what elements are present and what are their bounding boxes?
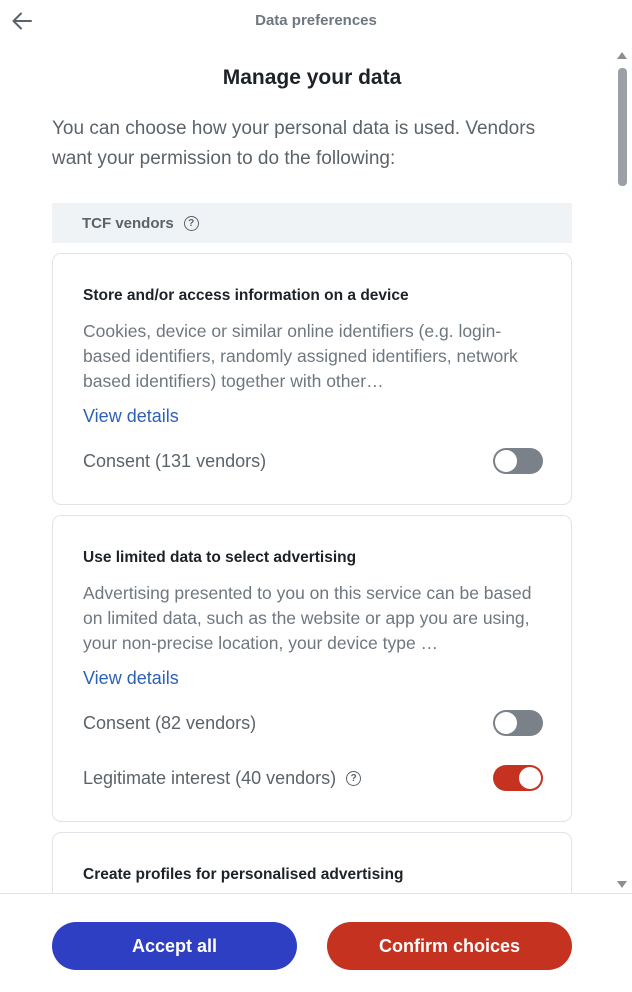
header: Data preferences	[0, 0, 632, 44]
purpose-card-profiles: Create profiles for personalised adverti…	[52, 832, 572, 893]
card-title: Create profiles for personalised adverti…	[83, 866, 404, 883]
page-title: Manage your data	[222, 66, 402, 89]
purpose-card-store-access: Store and/or access information on a dev…	[52, 253, 572, 505]
footer: Accept all Confirm choices	[0, 893, 632, 992]
toggle-knob	[495, 712, 517, 734]
card-title: Use limited data to select advertising	[83, 549, 357, 566]
confirm-choices-button[interactable]: Confirm choices	[327, 922, 572, 970]
legitimate-interest-label: Legitimate interest (40 vendors)	[83, 767, 337, 788]
consent-label: Consent (131 vendors)	[83, 450, 267, 471]
view-details-link[interactable]: View details	[83, 406, 179, 427]
consent-label: Consent (82 vendors)	[83, 712, 257, 733]
purpose-card-limited-advertising: Use limited data to select advertising A…	[52, 515, 572, 822]
scroll-down-arrow-icon[interactable]	[617, 881, 627, 888]
help-icon[interactable]: ?	[183, 215, 199, 231]
consent-row: Consent (82 vendors)	[83, 709, 543, 737]
section-header-tcf-vendors: TCF vendors ?	[52, 203, 572, 243]
legitimate-interest-label-wrap: Legitimate interest (40 vendors) ?	[83, 767, 362, 789]
toggle-knob	[519, 767, 541, 789]
toggle-knob	[495, 450, 517, 472]
legitimate-interest-row: Legitimate interest (40 vendors) ?	[83, 764, 543, 792]
scrollbar-thumb[interactable]	[618, 68, 627, 186]
intro-text: You can choose how your personal data is…	[52, 118, 536, 169]
card-title: Store and/or access information on a dev…	[83, 287, 409, 304]
scroll-area[interactable]: Manage your data You can choose how your…	[0, 44, 632, 893]
legitimate-interest-toggle[interactable]	[493, 765, 543, 791]
card-description: Advertising presented to you on this ser…	[83, 583, 532, 653]
scrollbar[interactable]	[616, 52, 628, 888]
accept-all-button[interactable]: Accept all	[52, 922, 297, 970]
consent-toggle[interactable]	[493, 448, 543, 474]
section-label: TCF vendors	[82, 214, 174, 232]
view-details-link[interactable]: View details	[83, 668, 179, 689]
header-title: Data preferences	[255, 12, 377, 29]
consent-toggle[interactable]	[493, 710, 543, 736]
help-icon[interactable]: ?	[346, 770, 362, 786]
scroll-up-arrow-icon[interactable]	[617, 52, 627, 59]
card-description: Cookies, device or similar online identi…	[83, 321, 518, 391]
consent-row: Consent (131 vendors)	[83, 447, 543, 475]
